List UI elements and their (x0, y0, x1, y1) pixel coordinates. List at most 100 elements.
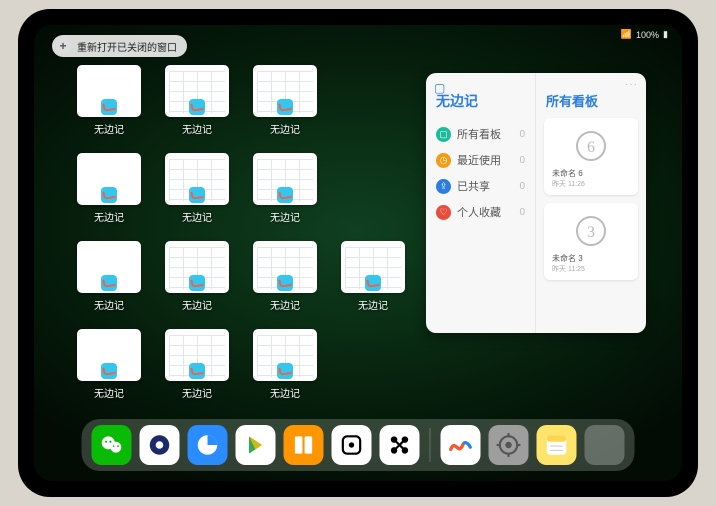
battery-icon: ▮ (663, 29, 668, 40)
reopen-label: 重新打开已关闭的窗口 (77, 39, 177, 54)
thumbnail-window (77, 241, 141, 293)
thumbnail-window (341, 241, 405, 293)
more-icon[interactable]: ··· (625, 79, 638, 90)
dock-separator (430, 428, 431, 462)
sidebar-item[interactable]: ◷ 最近使用 0 (434, 147, 527, 173)
row-icon: ◷ (436, 153, 451, 168)
freeform-app-icon (277, 187, 293, 203)
dock-app-qqbrowser[interactable] (188, 425, 228, 465)
workspace: 无边记无边记无边记无边记无边记无边记无边记无边记无边记无边记无边记无边记无边记 … (70, 65, 646, 415)
board-card[interactable]: 3 未命名 3昨天 11:25 (544, 203, 638, 280)
row-label: 最近使用 (457, 152, 501, 168)
freeform-app-icon (189, 275, 205, 291)
row-label: 已共享 (457, 178, 490, 194)
sidebar-toggle-icon[interactable]: ▢ (434, 81, 445, 95)
plus-icon[interactable]: + (55, 38, 71, 54)
app-thumbnail[interactable]: 无边记 (70, 153, 148, 235)
thumbnail-label: 无边记 (94, 385, 124, 400)
row-count: 0 (519, 207, 525, 218)
panel-right-title: 所有看板 (546, 91, 638, 110)
svg-text:3: 3 (587, 224, 595, 241)
app-thumbnail[interactable]: 无边记 (70, 329, 148, 411)
row-label: 所有看板 (457, 126, 501, 142)
panel-left: 无边记 ▢ 所有看板 0 ◷ 最近使用 0 ⇪ 已共享 0 ♡ 个人收藏 0 (426, 73, 536, 333)
thumbnail-label: 无边记 (270, 121, 300, 136)
thumbnail-window (253, 329, 317, 381)
ipad-frame: 📶 100% ▮ + 重新打开已关闭的窗口 无边记无边记无边记无边记无边记无边记… (18, 9, 698, 497)
freeform-sidebar-panel: ▢ ··· 无边记 ▢ 所有看板 0 ◷ 最近使用 0 ⇪ 已共享 0 ♡ 个人收藏 0 所有看板 6… (426, 73, 646, 333)
sidebar-item[interactable]: ▢所有看板0 (434, 121, 527, 147)
panel-left-title: 无边记 (436, 91, 527, 111)
thumbnail-window (165, 153, 229, 205)
thumbnail-label: 无边记 (182, 209, 212, 224)
svg-text:6: 6 (587, 139, 595, 156)
dock-app-notes[interactable] (537, 425, 577, 465)
freeform-app-icon (101, 275, 117, 291)
dock (82, 419, 635, 471)
dock-app-books[interactable] (284, 425, 324, 465)
battery-text: 100% (636, 30, 659, 40)
row-label: 个人收藏 (457, 204, 501, 220)
thumbnail-window (253, 65, 317, 117)
thumbnail-label: 无边记 (270, 385, 300, 400)
app-thumbnail[interactable]: 无边记 (246, 65, 324, 147)
thumbnail-window (253, 241, 317, 293)
board-subtext: 昨天 11:26 (552, 179, 585, 189)
freeform-app-icon (101, 99, 117, 115)
dock-app-wechat[interactable] (92, 425, 132, 465)
board-caption: 未命名 3 (552, 253, 583, 264)
app-thumbnail[interactable]: 无边记 (158, 329, 236, 411)
board-card[interactable]: 6 未命名 6昨天 11:26 (544, 118, 638, 195)
dock-app-settings[interactable] (489, 425, 529, 465)
sidebar-item[interactable]: ♡ 个人收藏 0 (434, 199, 527, 225)
dock-app-dice[interactable] (332, 425, 372, 465)
row-count: 0 (519, 129, 525, 140)
freeform-app-icon (277, 275, 293, 291)
freeform-app-icon (189, 187, 205, 203)
app-thumbnail[interactable]: 无边记 (158, 241, 236, 323)
freeform-app-icon (101, 363, 117, 379)
app-thumbnail[interactable]: 无边记 (158, 153, 236, 235)
freeform-app-icon (277, 363, 293, 379)
thumbnail-window (77, 65, 141, 117)
app-thumbnail[interactable]: 无边记 (70, 241, 148, 323)
row-icon: ⇪ (436, 179, 451, 194)
dock-app-play[interactable] (236, 425, 276, 465)
thumbnail-window (77, 153, 141, 205)
thumbnail-label: 无边记 (182, 385, 212, 400)
board-preview: 3 (569, 209, 613, 253)
app-thumbnail[interactable]: 无边记 (334, 241, 412, 323)
thumbnail-label: 无边记 (94, 121, 124, 136)
screen: 📶 100% ▮ + 重新打开已关闭的窗口 无边记无边记无边记无边记无边记无边记… (34, 25, 682, 481)
app-thumbnail[interactable]: 无边记 (70, 65, 148, 147)
app-switcher-grid: 无边记无边记无边记无边记无边记无边记无边记无边记无边记无边记无边记无边记无边记 (70, 65, 412, 415)
panel-right: 所有看板 6 未命名 6昨天 11:26 3 未命名 3昨天 11:25 (536, 73, 646, 333)
freeform-app-icon (189, 363, 205, 379)
row-count: 0 (519, 155, 525, 166)
status-bar: 📶 100% ▮ (621, 29, 668, 40)
app-thumbnail[interactable]: 无边记 (246, 329, 324, 411)
app-thumbnail[interactable]: 无边记 (246, 241, 324, 323)
freeform-app-icon (365, 275, 381, 291)
row-count: 0 (519, 181, 525, 192)
dock-app-quark[interactable] (140, 425, 180, 465)
thumbnail-window (253, 153, 317, 205)
board-preview: 6 (569, 124, 613, 168)
board-caption: 未命名 6 (552, 168, 583, 179)
app-thumbnail[interactable]: 无边记 (246, 153, 324, 235)
board-subtext: 昨天 11:25 (552, 264, 585, 274)
thumbnail-label: 无边记 (182, 297, 212, 312)
sidebar-item[interactable]: ⇪ 已共享 0 (434, 173, 527, 199)
thumbnail-label: 无边记 (182, 121, 212, 136)
row-icon: ♡ (436, 205, 451, 220)
thumbnail-window (77, 329, 141, 381)
signal-icon: 📶 (621, 29, 632, 40)
dock-app-freeform[interactable] (441, 425, 481, 465)
freeform-app-icon (189, 99, 205, 115)
dock-recent-apps[interactable] (585, 425, 625, 465)
app-thumbnail[interactable]: 无边记 (158, 65, 236, 147)
reopen-closed-window-pill[interactable]: + 重新打开已关闭的窗口 (52, 35, 187, 57)
thumbnail-window (165, 329, 229, 381)
dock-app-connect[interactable] (380, 425, 420, 465)
thumbnail-label: 无边记 (270, 297, 300, 312)
